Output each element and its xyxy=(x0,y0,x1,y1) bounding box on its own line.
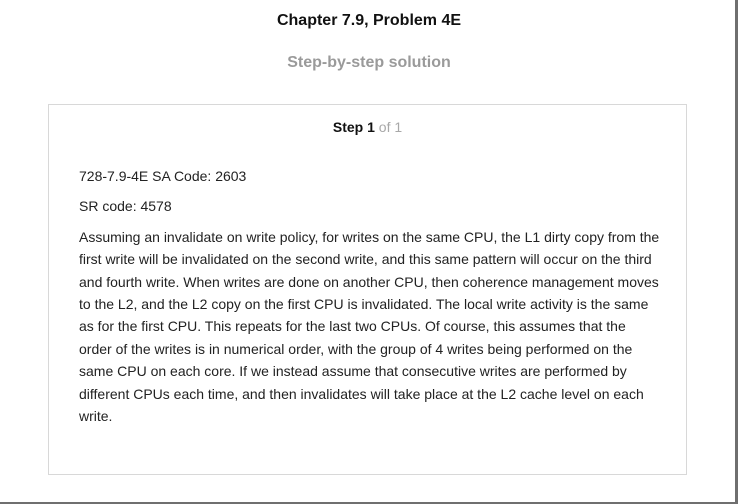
step-header: Step 1 of 1 xyxy=(49,118,686,136)
solution-paragraph: Assuming an invalidate on write policy, … xyxy=(79,228,660,425)
sa-code-line: 728-7.9-4E SA Code: 2603 xyxy=(79,168,247,184)
step-total: of 1 xyxy=(378,119,403,135)
step-label: Step xyxy=(332,119,364,135)
step-body: 728-7.9-4E SA Code: 2603 SR code: 4578 A… xyxy=(79,165,661,435)
step-card: Step 1 of 1 728-7.9-4E SA Code: 2603 SR … xyxy=(48,104,687,475)
chapter-title: Chapter 7.9, Problem 4E xyxy=(276,12,462,29)
sr-code-line: SR code: 4578 xyxy=(79,198,172,215)
step-number: 1 xyxy=(367,119,375,135)
solution-heading: Step-by-step solution xyxy=(287,54,451,71)
